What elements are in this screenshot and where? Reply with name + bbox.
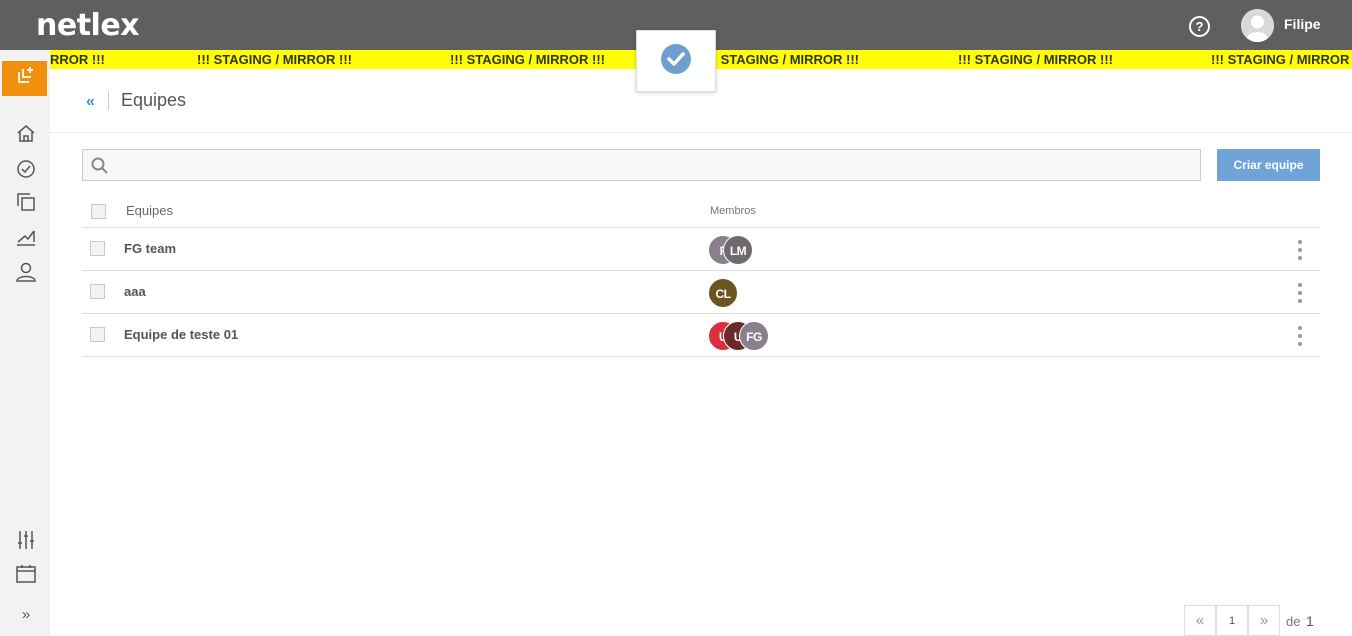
banner-text: RROR !!!: [50, 52, 105, 67]
pagination-next-icon[interactable]: »: [1248, 605, 1280, 636]
row-menu-icon[interactable]: [1296, 283, 1304, 303]
expand-chevrons-icon[interactable]: »: [15, 603, 37, 625]
sidebar: »: [0, 50, 50, 636]
banner-text: !!! STAGING / MIRROR !!!: [704, 52, 860, 67]
row-menu-icon[interactable]: [1296, 326, 1304, 346]
banner-text: !!! STAGING / MIRROR !!!: [450, 52, 606, 67]
table-row[interactable]: aaa CL: [82, 271, 1320, 314]
app-logo[interactable]: netlex: [36, 8, 140, 43]
column-header-members: Membros: [710, 205, 756, 217]
success-check-icon: [660, 43, 692, 80]
select-all-checkbox[interactable]: [91, 204, 106, 219]
title-separator: [108, 91, 109, 110]
create-team-button[interactable]: Criar equipe: [1217, 149, 1320, 181]
member-avatar[interactable]: FG: [739, 321, 769, 351]
new-item-button[interactable]: [2, 61, 47, 96]
team-name[interactable]: aaa: [124, 284, 146, 299]
documents-icon[interactable]: [15, 191, 37, 213]
table-row[interactable]: Equipe de teste 01 U U FG: [82, 314, 1320, 357]
row-checkbox[interactable]: [90, 327, 105, 342]
help-icon[interactable]: ?: [1189, 16, 1210, 37]
page-title: Equipes: [121, 90, 187, 110]
search-input[interactable]: [115, 150, 1195, 180]
row-checkbox[interactable]: [90, 284, 105, 299]
user-avatar[interactable]: [1241, 9, 1274, 42]
pagination-of-label: de: [1286, 614, 1301, 629]
user-icon[interactable]: [15, 261, 37, 283]
table-row[interactable]: FG team F LM: [82, 228, 1320, 271]
banner-text: !!! STAGING / MIRROR !!!: [197, 52, 353, 67]
table-header: Equipes Membros: [82, 195, 1320, 228]
member-avatars: CL: [708, 278, 828, 308]
calendar-icon[interactable]: [15, 563, 37, 585]
new-item-icon: [15, 66, 35, 91]
member-avatars: U U FG: [708, 321, 828, 351]
search-box: [82, 149, 1201, 181]
row-menu-icon[interactable]: [1296, 240, 1304, 260]
pagination-current-page[interactable]: 1: [1216, 605, 1248, 636]
team-name[interactable]: FG team: [124, 241, 176, 256]
pagination-prev-icon[interactable]: «: [1184, 605, 1216, 636]
column-header-teams[interactable]: Equipes: [126, 203, 173, 218]
pagination-total-pages: 1: [1306, 613, 1314, 629]
user-name[interactable]: Filipe: [1284, 16, 1321, 32]
search-icon: [91, 157, 109, 180]
home-icon[interactable]: [15, 123, 37, 145]
settings-sliders-icon[interactable]: [15, 529, 37, 551]
divider: [50, 132, 1352, 133]
back-icon[interactable]: «: [86, 93, 95, 111]
member-avatar[interactable]: LM: [723, 235, 753, 265]
reports-chart-icon[interactable]: [15, 226, 37, 248]
tasks-check-icon[interactable]: [15, 157, 37, 179]
member-avatar[interactable]: CL: [708, 278, 738, 308]
team-name[interactable]: Equipe de teste 01: [124, 327, 238, 342]
row-checkbox[interactable]: [90, 241, 105, 256]
banner-text: !!! STAGING / MIRROR !!!: [1211, 52, 1352, 67]
success-toast: [636, 30, 716, 92]
banner-text: !!! STAGING / MIRROR !!!: [958, 52, 1114, 67]
member-avatars: F LM: [708, 235, 828, 265]
